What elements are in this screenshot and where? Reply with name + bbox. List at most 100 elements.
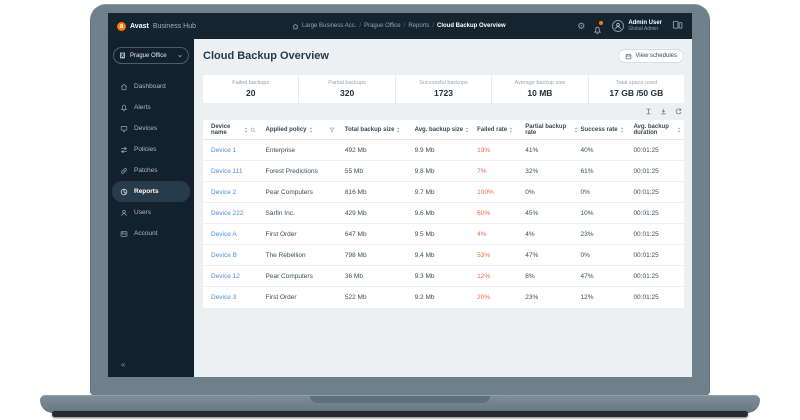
sort-icon[interactable]: [574, 127, 578, 133]
cell-success-rate: 40%: [581, 147, 634, 154]
table-header: Device name Applied policy Total backup …: [203, 120, 684, 140]
cell-duration: 00:01:25: [633, 210, 684, 217]
sidebar-item-reports[interactable]: Reports: [112, 181, 190, 202]
search-icon[interactable]: [250, 127, 256, 133]
table-row: Device 111 Forest Predictions 55 Mb 9.8 …: [203, 161, 684, 182]
app-body: Prague Office Dashboard Alerts Devices: [108, 39, 692, 377]
stat-value: 10 MB: [527, 88, 552, 98]
sidebar-item-patches[interactable]: Patches: [112, 160, 190, 181]
topbar-actions: ⚙ Admin User Global Admin: [577, 17, 683, 35]
dashboard-icon: [120, 83, 128, 91]
breadcrumb-item[interactable]: Large Business Acc.: [302, 23, 356, 29]
device-link[interactable]: Device A: [203, 231, 266, 238]
cell-policy: Enterprise: [266, 147, 345, 154]
sidebar-item-label: Policies: [134, 146, 156, 153]
column-label: Failed rate: [477, 127, 507, 133]
stats-card: Failed backups 20 Partial backups 320 Su…: [203, 75, 684, 103]
sort-icon[interactable]: [465, 127, 469, 133]
sidebar-item-users[interactable]: Users: [112, 202, 190, 223]
cell-duration: 00:01:25: [633, 189, 684, 196]
sidebar-collapse-icon[interactable]: «: [121, 361, 125, 369]
column-label: Success rate: [581, 127, 618, 133]
device-link[interactable]: Device 1: [203, 147, 266, 154]
table-row: Device B The Rebellion 798 Mb 9.4 Mb 53%…: [203, 245, 684, 266]
column-label: Avg. backup size: [415, 127, 463, 133]
topbar: a Avast Business Hub Large Business Acc.…: [108, 13, 692, 39]
column-header-avg-backup-size[interactable]: Avg. backup size: [415, 127, 478, 133]
cell-partial-rate: 8%: [525, 273, 580, 280]
cell-success-rate: 61%: [581, 168, 634, 175]
sidebar-item-label: Alerts: [134, 104, 151, 111]
device-link[interactable]: Device B: [203, 252, 266, 259]
view-schedules-label: View schedules: [635, 53, 677, 59]
table-toolbar: [203, 103, 684, 120]
stat-value: 20: [246, 88, 255, 98]
sidebar-item-policies[interactable]: Policies: [112, 139, 190, 160]
stat-label: Failed backups: [232, 80, 269, 86]
title-row: Cloud Backup Overview View schedules: [203, 47, 684, 65]
filter-icon[interactable]: [329, 127, 335, 133]
page-title: Cloud Backup Overview: [203, 50, 329, 62]
sidebar-item-account[interactable]: Account: [112, 223, 190, 244]
sidebar-item-dashboard[interactable]: Dashboard: [112, 76, 190, 97]
breadcrumb-item[interactable]: Prague Office: [364, 23, 401, 29]
settings-gear-icon[interactable]: ⚙: [577, 22, 585, 31]
org-selector[interactable]: Prague Office: [113, 47, 189, 64]
sidebar-item-label: Account: [134, 230, 158, 237]
stat-value: 320: [340, 88, 354, 98]
cell-policy: Pear Computers: [266, 273, 345, 280]
user-menu[interactable]: Admin User Global Admin: [612, 20, 662, 33]
patches-icon: [120, 167, 128, 175]
calendar-icon: [625, 53, 632, 60]
sort-icon[interactable]: [509, 127, 513, 133]
cell-failed-rate: 53%: [477, 252, 525, 259]
stat-label: Partial backups: [328, 80, 366, 86]
sort-icon[interactable]: [620, 127, 624, 133]
column-header-device-name[interactable]: Device name: [203, 124, 266, 136]
sidebar-item-devices[interactable]: Devices: [112, 118, 190, 139]
device-link[interactable]: Device 2: [203, 189, 266, 196]
notification-badge: [599, 21, 603, 25]
stat-average-backup-size: Average backup size 10 MB: [491, 75, 587, 103]
sidebar-item-alerts[interactable]: Alerts: [112, 97, 190, 118]
sort-icon[interactable]: [244, 127, 248, 133]
users-icon: [120, 209, 128, 217]
device-link[interactable]: Device 12: [203, 273, 266, 280]
stat-label: Average backup size: [514, 80, 565, 86]
columns-icon[interactable]: [645, 108, 652, 115]
column-label: Device name: [211, 124, 242, 136]
device-link[interactable]: Device 111: [203, 168, 266, 175]
device-link[interactable]: Device 222: [203, 210, 266, 217]
table-row: Device 2 Pear Computers 816 Mb 9.7 Mb 10…: [203, 182, 684, 203]
column-header-success-rate[interactable]: Success rate: [581, 127, 634, 133]
cell-total-size: 429 Mb: [345, 210, 415, 217]
column-header-partial-backup-rate[interactable]: Partial backup rate: [525, 124, 580, 136]
app-window: a Avast Business Hub Large Business Acc.…: [108, 13, 692, 377]
column-header-total-backup-size[interactable]: Total backup size: [345, 127, 415, 133]
sidebar-item-label: Devices: [134, 125, 157, 132]
app-switcher-icon[interactable]: [672, 17, 683, 35]
column-header-failed-rate[interactable]: Failed rate: [477, 127, 525, 133]
stat-label: Total space used: [616, 80, 657, 86]
column-header-avg-backup-duration[interactable]: Avg. backup duration: [633, 124, 684, 136]
column-header-applied-policy[interactable]: Applied policy: [266, 127, 345, 133]
notifications-bell-icon[interactable]: [593, 22, 602, 31]
cell-duration: 00:01:25: [633, 147, 684, 154]
sidebar-item-label: Dashboard: [134, 83, 166, 90]
device-link[interactable]: Device 3: [203, 294, 266, 301]
avast-logo-icon: a: [117, 22, 126, 31]
sort-icon[interactable]: [396, 127, 400, 133]
cell-total-size: 55 Mb: [345, 168, 415, 175]
view-schedules-button[interactable]: View schedules: [618, 49, 684, 63]
avast-logo-letter: a: [120, 23, 124, 30]
sort-icon[interactable]: [309, 127, 313, 133]
refresh-icon[interactable]: [675, 108, 682, 115]
cell-policy: The Rebellion: [266, 252, 345, 259]
cell-failed-rate: 12%: [477, 273, 525, 280]
cell-total-size: 492 Mb: [345, 147, 415, 154]
breadcrumb-item[interactable]: Reports: [408, 23, 429, 29]
download-icon[interactable]: [660, 108, 667, 115]
sort-icon[interactable]: [677, 127, 681, 133]
avatar: [612, 20, 624, 32]
laptop-notch: [310, 396, 490, 403]
